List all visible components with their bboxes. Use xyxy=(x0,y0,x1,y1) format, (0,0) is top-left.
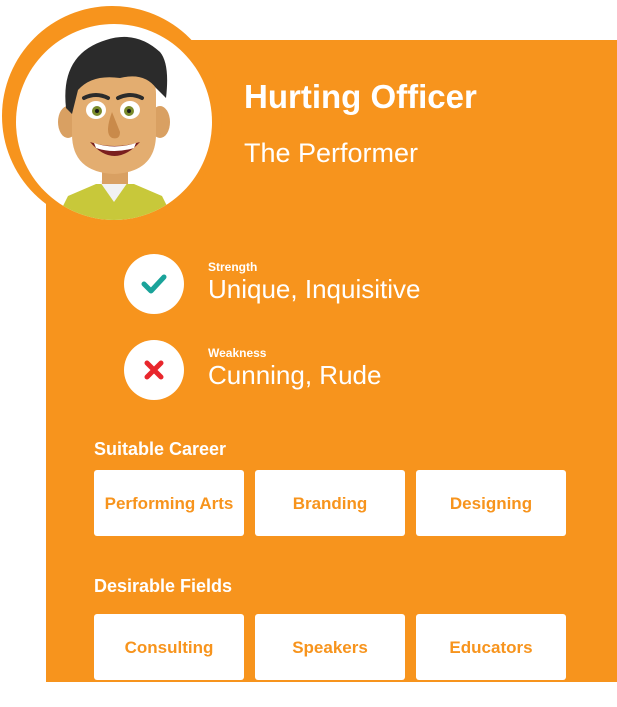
field-chip-consulting[interactable]: Consulting xyxy=(94,614,244,680)
strength-value: Unique, Inquisitive xyxy=(208,274,421,304)
career-chip-designing[interactable]: Designing xyxy=(416,470,566,536)
career-chip-branding[interactable]: Branding xyxy=(255,470,405,536)
weakness-row: Weakness Cunning, Rude xyxy=(124,340,544,400)
profile-type: The Performer xyxy=(244,138,419,168)
check-icon xyxy=(141,274,167,294)
strength-badge xyxy=(124,254,184,314)
fields-heading: Desirable Fields xyxy=(94,576,233,596)
profile-name: Hurting Officer xyxy=(244,78,477,115)
weakness-badge xyxy=(124,340,184,400)
avatar-ring xyxy=(2,6,222,226)
strength-row: Strength Unique, Inquisitive xyxy=(124,254,544,314)
cartoon-man-avatar-icon xyxy=(56,36,174,220)
strength-caption: Strength xyxy=(208,260,258,274)
careers-heading: Suitable Career xyxy=(94,439,227,459)
field-chip-speakers[interactable]: Speakers xyxy=(255,614,405,680)
weakness-caption: Weakness xyxy=(208,346,267,360)
avatar xyxy=(16,24,212,220)
weakness-value: Cunning, Rude xyxy=(208,360,382,390)
cross-icon xyxy=(144,360,164,380)
career-chip-performing-arts[interactable]: Performing Arts xyxy=(94,470,244,536)
field-chip-educators[interactable]: Educators xyxy=(416,614,566,680)
